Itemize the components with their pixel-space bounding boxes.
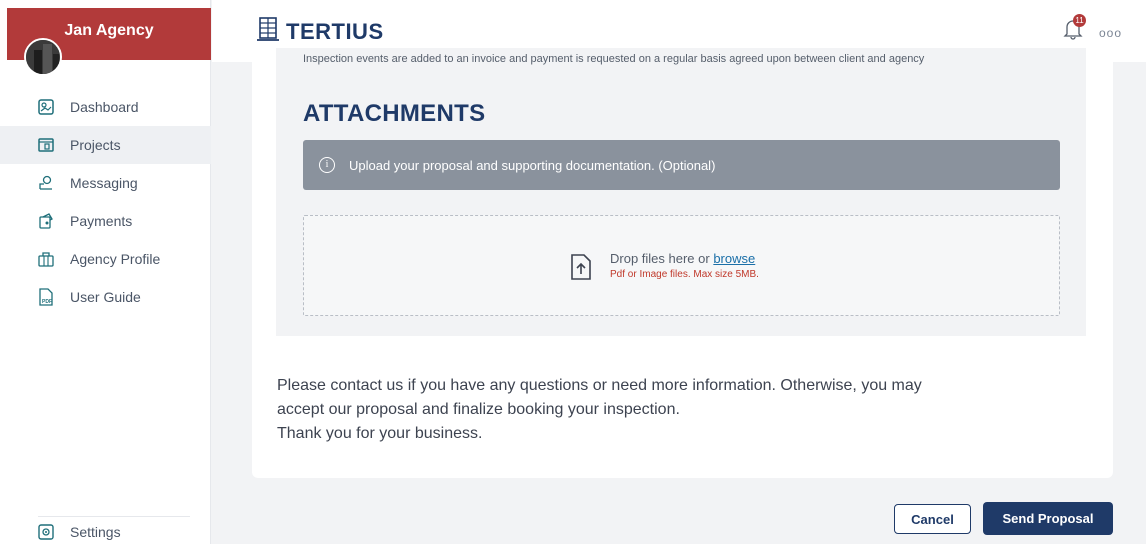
panel-note: Inspection events are added to an invoic… bbox=[303, 53, 925, 65]
agency-name: Jan Agency bbox=[64, 22, 154, 39]
settings-label: Settings bbox=[70, 524, 121, 540]
building-icon bbox=[256, 16, 280, 47]
sidebar-item-dashboard[interactable]: Dashboard bbox=[0, 88, 211, 126]
sidebar-item-label: Projects bbox=[70, 137, 121, 153]
upload-file-icon bbox=[570, 254, 592, 280]
dropzone-text: Drop files here or browse bbox=[610, 251, 756, 266]
sidebar-item-agency-profile[interactable]: Agency Profile bbox=[0, 240, 211, 278]
sidebar-item-user-guide[interactable]: PDF User Guide bbox=[0, 278, 211, 316]
more-menu-icon[interactable]: ooo bbox=[1099, 26, 1122, 40]
attachments-title: ATTACHMENTS bbox=[303, 100, 486, 127]
pdf-icon: PDF bbox=[38, 288, 54, 306]
avatar[interactable] bbox=[24, 38, 62, 76]
logo-text: TERTIUS bbox=[286, 18, 384, 44]
notification-badge: 11 bbox=[1073, 14, 1086, 27]
closing-line: Thank you for your business. bbox=[277, 425, 483, 442]
briefcase-icon bbox=[38, 251, 54, 267]
dashboard-icon bbox=[38, 99, 54, 115]
sidebar-item-settings[interactable]: Settings bbox=[0, 516, 211, 544]
svg-text:PDF: PDF bbox=[42, 299, 52, 305]
info-text: Upload your proposal and supporting docu… bbox=[349, 157, 716, 173]
sidebar-item-label: Dashboard bbox=[70, 99, 139, 115]
sidebar-item-label: Messaging bbox=[70, 175, 138, 191]
sidebar-nav: Dashboard Projects Messaging Payments Ag… bbox=[0, 88, 211, 316]
closing-line: accept our proposal and finalize booking… bbox=[277, 401, 680, 418]
closing-line: Please contact us if you have any questi… bbox=[277, 377, 922, 394]
sidebar-item-projects[interactable]: Projects bbox=[0, 126, 211, 164]
browse-link[interactable]: browse bbox=[713, 251, 755, 266]
cancel-button[interactable]: Cancel bbox=[894, 504, 971, 534]
file-dropzone[interactable]: Drop files here or browse Pdf or Image f… bbox=[303, 215, 1060, 316]
sidebar-item-label: Agency Profile bbox=[70, 251, 161, 267]
logo[interactable]: TERTIUS bbox=[256, 16, 384, 47]
info-banner: i Upload your proposal and supporting do… bbox=[303, 140, 1060, 190]
info-icon: i bbox=[319, 157, 335, 173]
dropzone-hint: Pdf or Image files. Max size 5MB. bbox=[610, 269, 759, 280]
projects-icon bbox=[38, 137, 54, 153]
messaging-icon bbox=[38, 175, 54, 191]
sidebar-item-payments[interactable]: Payments bbox=[0, 202, 211, 240]
sidebar-item-label: User Guide bbox=[70, 289, 141, 305]
payments-icon bbox=[38, 213, 54, 229]
send-proposal-button[interactable]: Send Proposal bbox=[983, 502, 1113, 535]
closing-message: Please contact us if you have any questi… bbox=[277, 374, 1097, 446]
sidebar-item-messaging[interactable]: Messaging bbox=[0, 164, 211, 202]
settings-icon bbox=[38, 524, 54, 540]
sidebar-item-label: Payments bbox=[70, 213, 133, 229]
sidebar: Jan Agency Dashboard Projects Messaging … bbox=[0, 0, 211, 544]
